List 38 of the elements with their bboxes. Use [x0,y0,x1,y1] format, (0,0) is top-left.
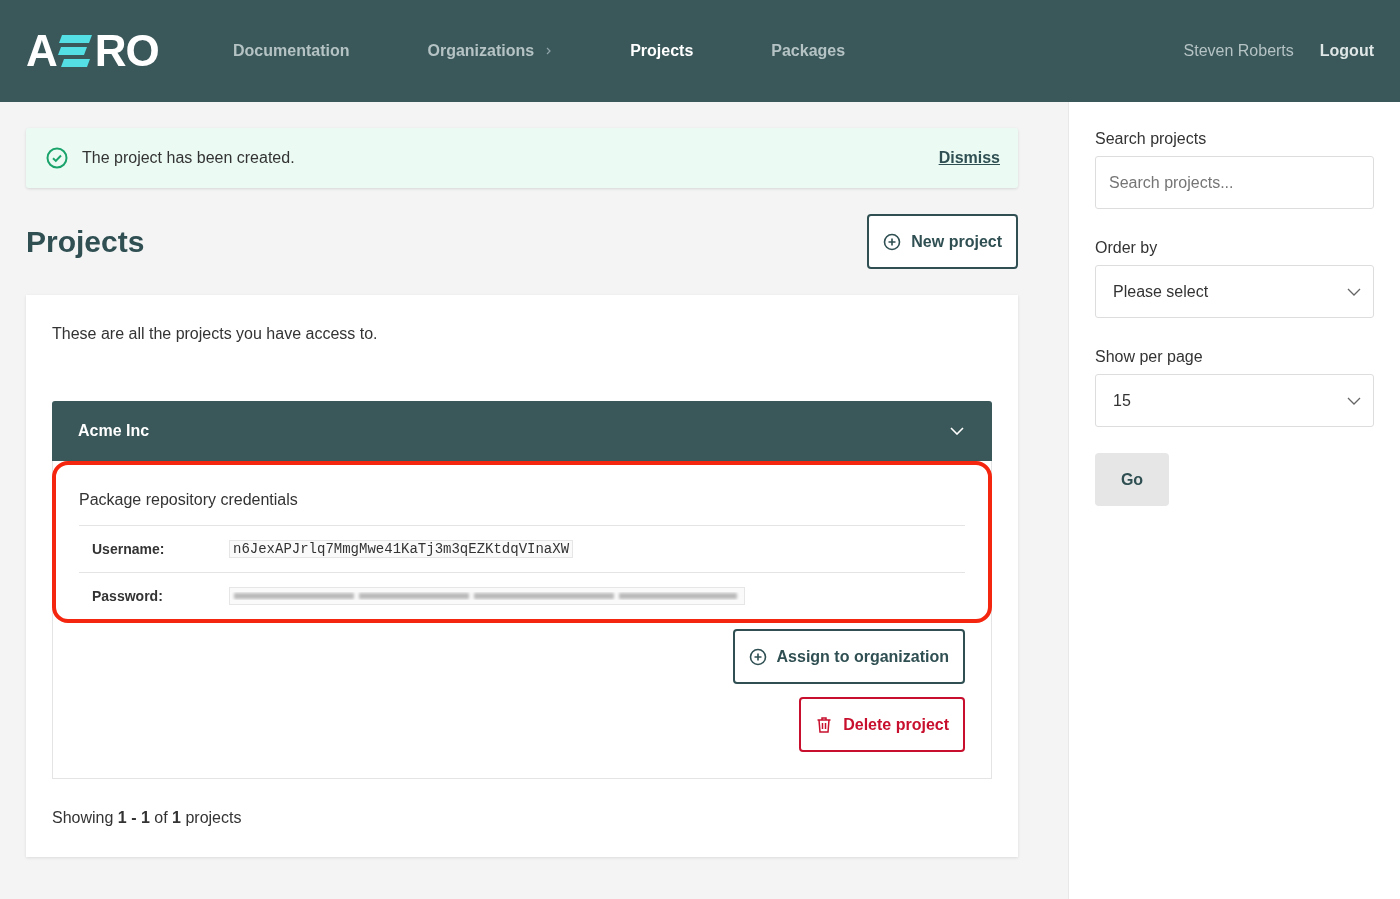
plus-circle-icon [883,232,902,251]
intro-text: These are all the projects you have access to. [52,325,379,343]
nav-link[interactable]: Projects [630,42,694,60]
field-label: Search projects [1095,130,1208,148]
chevron-down-icon [1347,287,1361,296]
delete-project-button[interactable]: Delete project [799,697,965,752]
page-title: Projects [26,224,145,259]
nav-link[interactable]: Organizations [427,42,553,60]
plus-circle-icon [748,647,767,666]
project-header[interactable]: Acme Inc [52,401,992,461]
logo-bars-icon [57,35,94,67]
order-select[interactable]: Please select [1095,265,1374,318]
field-label: Order by [1095,239,1159,257]
go-button[interactable]: Go [1095,453,1169,506]
project-name: Acme Inc [78,422,150,440]
logo-letters: RO [94,26,159,76]
assign-organization-button[interactable]: Assign to organization [732,629,965,684]
credential-label: Username: [92,541,166,557]
credential-value: n6JexAPJrlq7MmgMwe41KaTj3m3qEZKtdqVInaXW [229,540,574,558]
chevron-down-icon [950,427,964,435]
per-page-select[interactable]: 15 [1095,374,1374,427]
pagination-text: Showing 1 - 1 of 1 projects [52,809,243,827]
check-circle-icon [46,147,68,169]
nav-link[interactable]: Documentation [233,42,350,60]
credentials-title: Package repository credentials [79,491,965,526]
field-label: Show per page [1095,348,1204,366]
chevron-right-icon [546,47,553,55]
user-name-link[interactable]: Steven Roberts [1183,42,1294,60]
logo-letter: A [26,26,57,76]
alert-message: The project has been created. [82,149,295,167]
trash-icon [815,715,834,734]
search-field[interactable]: Search projects... [1095,156,1374,209]
new-project-button[interactable]: New project [867,214,1018,269]
nav-link[interactable]: Packages [771,42,846,60]
dismiss-link[interactable]: Dismiss [938,149,1000,167]
chevron-down-icon [1347,396,1361,405]
logout-link[interactable]: Logout [1319,42,1374,60]
credential-label: Password: [92,588,164,604]
